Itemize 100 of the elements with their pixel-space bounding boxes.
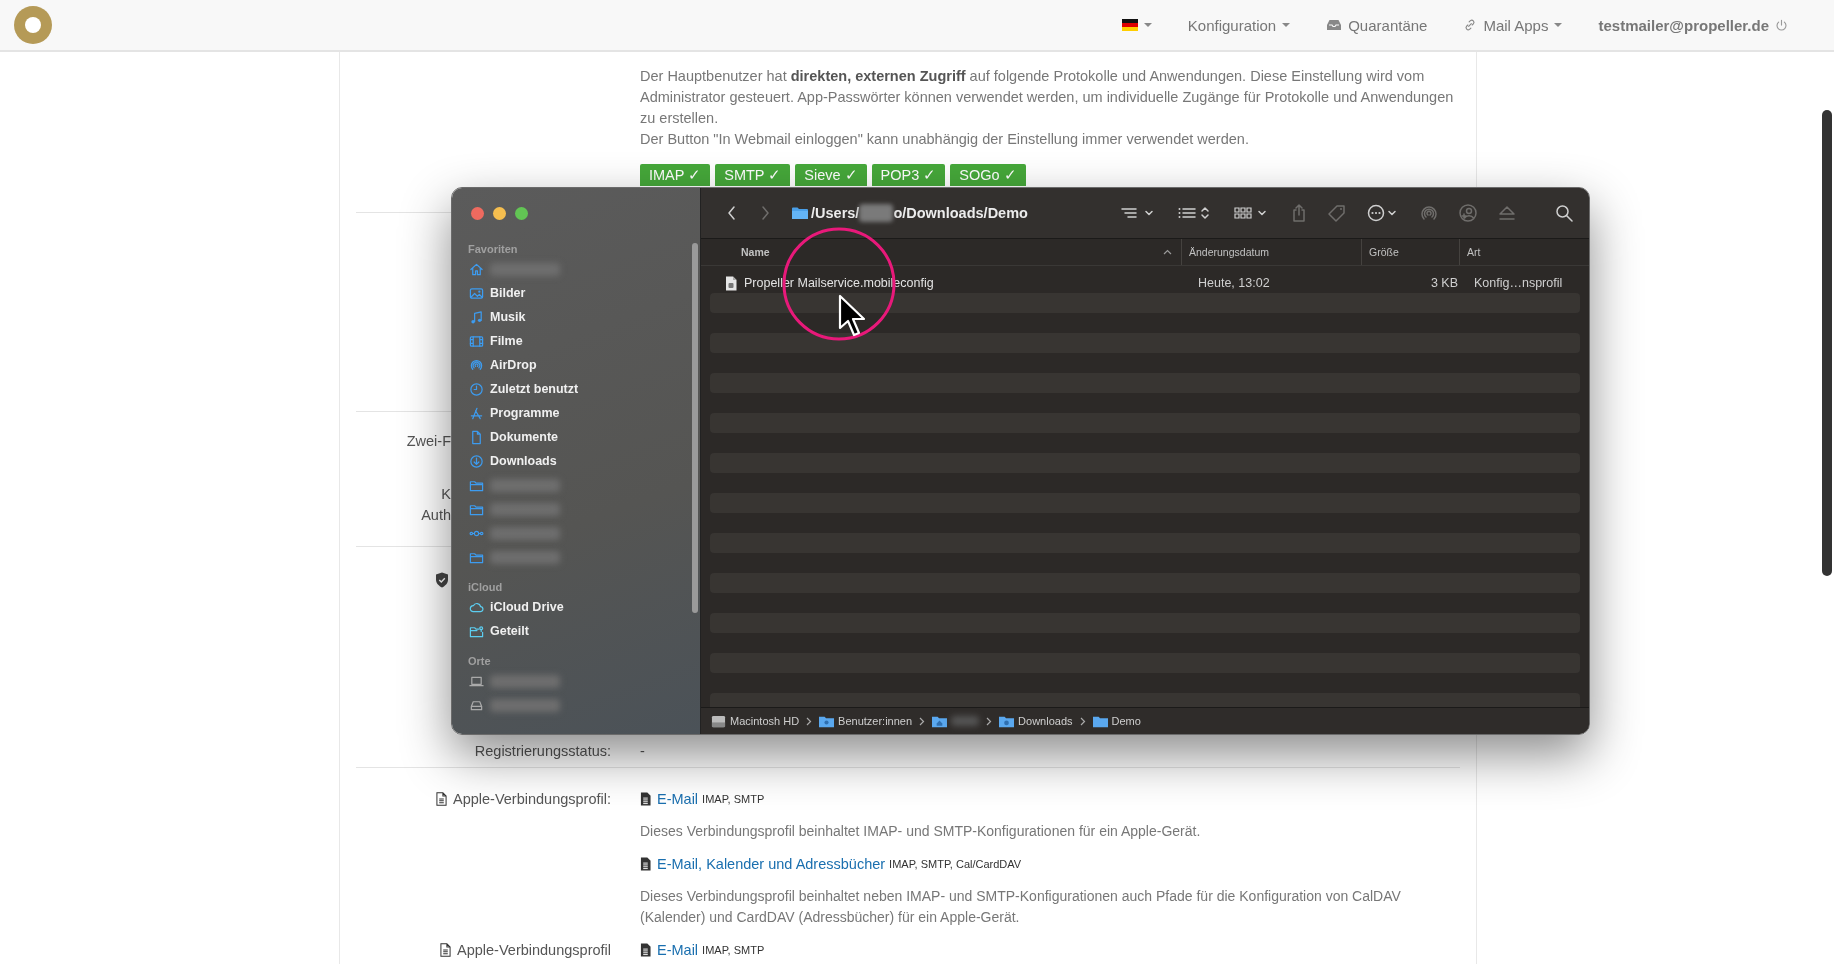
chevron-icon (1079, 716, 1086, 726)
blurred-label (490, 526, 560, 540)
document-icon (469, 429, 484, 445)
tag-icon[interactable] (1328, 204, 1346, 222)
protocol-text: IMAP, SMTP (702, 944, 765, 956)
field-label: Apple-Verbindungsprofil: (453, 789, 611, 809)
section-heading: iCloud (467, 580, 504, 595)
profile-link[interactable]: E-Mail (657, 791, 699, 807)
airdrop-icon[interactable] (1420, 204, 1438, 222)
field-label: Auth (420, 506, 451, 525)
profile-link[interactable]: E-Mail, Kalender und Adressbücher (657, 856, 886, 872)
logo-icon[interactable] (13, 5, 53, 45)
blurred-label (490, 502, 560, 516)
protocol-tag: IMAP ✓ (640, 164, 711, 186)
field-label: Registrierungsstatus: (474, 742, 611, 761)
chevron-icon (986, 716, 993, 726)
airdrop-icon (469, 357, 484, 373)
description-text: Der Button "In Webmail einloggen" kann unabhängig der Einstellung immer verwendet werden. (640, 130, 1250, 149)
house-icon (469, 261, 484, 277)
column-header[interactable]: Name (701, 239, 1181, 265)
document-icon (640, 857, 651, 871)
document-icon (440, 943, 452, 957)
description-text: Dieses Verbindungsprofil beinhaltet neben IMAP- und SMTP-Konfigurationen auch Pfade für die Konfiguration von CalDAV (Kalender) und CardDAV (Adressbücher) für ein Apple-Gerät. (640, 887, 1402, 927)
protocol-text: IMAP, SMTP, Cal/CardDAV (889, 858, 1022, 870)
zoom-button[interactable] (515, 207, 528, 220)
column-header[interactable]: Größe (1361, 239, 1459, 265)
apps-icon (469, 405, 484, 421)
picture-icon (469, 285, 484, 301)
chevron-icon (806, 716, 813, 726)
blurred-label (951, 716, 980, 726)
clock-icon (469, 381, 484, 397)
sidebar-item[interactable]: Geteilt (490, 624, 529, 638)
path-item[interactable]: Demo (1111, 715, 1141, 727)
music-note-icon (469, 309, 484, 325)
blurred-label (490, 698, 560, 712)
sidebar-item[interactable]: Musik (490, 310, 526, 324)
path-item[interactable]: Macintosh HD (730, 715, 800, 727)
field-label: Zwei-F (405, 432, 451, 451)
window-title: o/Downloads/Demo (893, 205, 1028, 221)
nav-link[interactable]: Quarantäne (1348, 16, 1428, 34)
nav-link[interactable]: Konfiguration (1187, 16, 1277, 34)
close-button[interactable] (471, 207, 484, 220)
field-label: Apple-Verbindungsprofil (457, 940, 611, 960)
sidebar-item[interactable]: AirDrop (490, 358, 537, 372)
chevron-icon (919, 716, 926, 726)
description-text: Der Hauptbenutzer hat direkten, externen Zugriff auf folgende Protokolle und Anwendungen. Diese Einstellung wird vom Administrator gesteuert. App-Passwörter können verwendet werden, um individuelle Zugänge für Protokolle und Anwendungen zu erstellen. (640, 67, 1455, 128)
forward-icon[interactable] (759, 204, 771, 222)
path-item[interactable]: Downloads (1018, 715, 1073, 727)
document-icon (436, 792, 447, 806)
window-title: /Users/ (811, 205, 860, 221)
column-header[interactable]: Änderungsdatum (1181, 239, 1361, 265)
path-item[interactable]: Benutzer:innen (838, 715, 913, 727)
sidebar-item[interactable]: Zuletzt benutzt (490, 382, 579, 396)
user-email-link[interactable]: testmailer@propeller.de (1598, 16, 1769, 34)
field-label: K (440, 485, 451, 504)
section-heading: Orte (467, 654, 492, 669)
protocol-tag: POP3 ✓ (871, 164, 946, 186)
sidebar-item[interactable]: Programme (490, 406, 560, 420)
inbox-tray-icon (1326, 18, 1343, 32)
nav-link[interactable]: Mail Apps (1483, 16, 1549, 34)
section-heading: Favoriten (467, 242, 519, 257)
profile-link[interactable]: E-Mail (657, 942, 699, 958)
share-icon[interactable] (1291, 204, 1307, 222)
link-icon (1463, 18, 1478, 32)
sidebar-item[interactable]: Dokumente (490, 430, 559, 444)
scrollbar-thumb[interactable] (1822, 110, 1832, 576)
film-icon (469, 333, 484, 349)
cursor-icon (838, 294, 868, 338)
description-text: Dieses Verbindungsprofil beinhaltet IMAP- und SMTP-Konfigurationen für ein Apple-Gerät. (640, 822, 1202, 841)
column-header[interactable]: Art (1459, 239, 1589, 265)
file-icon (725, 275, 737, 291)
sidebar-item[interactable]: iCloud Drive (490, 600, 564, 614)
sidebar-item[interactable]: Downloads (490, 454, 557, 468)
blurred-label (490, 674, 560, 688)
protocol-text: IMAP, SMTP (702, 793, 765, 805)
blurred-label (490, 550, 560, 564)
kind-cell-text: Konfig…nsprofil (1473, 276, 1564, 290)
blurred-text (859, 204, 894, 222)
more-icon[interactable] (1367, 204, 1399, 222)
shield-check-icon (435, 572, 449, 588)
date-cell-text: Heute, 13:02 (1197, 276, 1271, 290)
document-icon (640, 943, 651, 957)
protocol-tag: Sieve ✓ (795, 164, 867, 186)
minimize-button[interactable] (493, 207, 506, 220)
eject-icon[interactable] (1498, 204, 1516, 222)
folder-icon (792, 206, 808, 220)
german-flag-icon[interactable] (1121, 19, 1138, 31)
shared-folder-icon (469, 623, 484, 639)
sidebar-item[interactable]: Filme (490, 334, 523, 348)
size-cell-text: 3 KB (1429, 276, 1459, 290)
add-person-icon[interactable] (1459, 204, 1477, 222)
back-icon[interactable] (726, 204, 738, 222)
field-value: - (640, 743, 645, 759)
protocol-tag: SOGo ✓ (950, 164, 1026, 186)
sidebar-item[interactable]: Bilder (490, 286, 526, 300)
scrollbar-thumb[interactable] (692, 243, 698, 613)
download-icon (469, 453, 484, 469)
search-icon[interactable] (1555, 204, 1573, 222)
power-icon[interactable] (1775, 18, 1788, 32)
document-icon (640, 792, 651, 806)
